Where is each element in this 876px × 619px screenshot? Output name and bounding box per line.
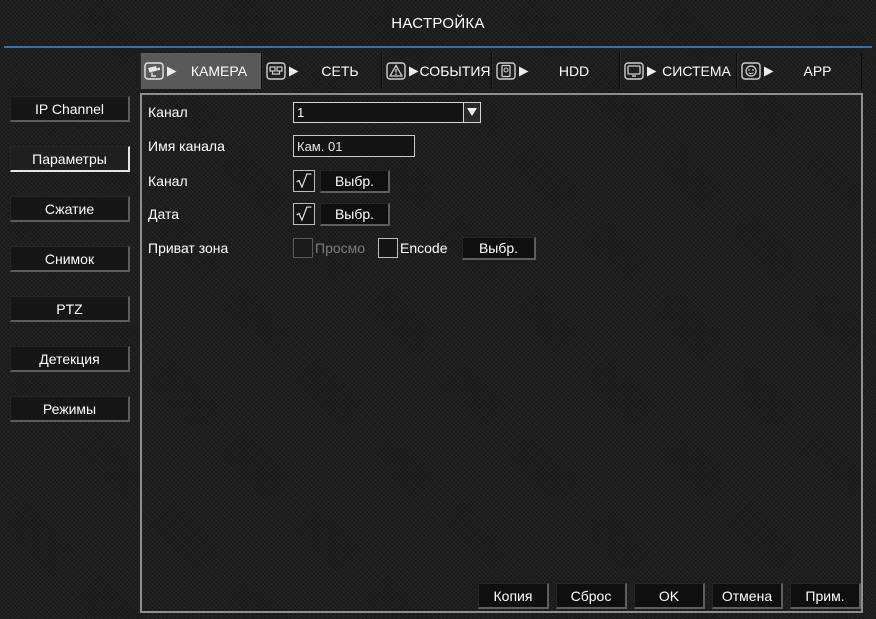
page-title: НАСТРОЙКА: [391, 14, 485, 32]
tab-events[interactable]: СОБЫТИЯ: [382, 53, 492, 89]
settings-panel: Канал 1 Имя канала Канал Выбр. Дата: [140, 93, 863, 613]
channel-title-label: Канал: [148, 173, 188, 189]
channel-title-row: Канал Выбр.: [148, 169, 390, 193]
tab-label: СЕТЬ: [321, 63, 359, 79]
tab-network[interactable]: СЕТЬ: [262, 53, 382, 89]
alarm-icon: [386, 62, 406, 80]
channel-name-label: Имя канала: [148, 138, 225, 154]
channel-title-select-button[interactable]: Выбр.: [320, 169, 390, 193]
privacy-encode-checkbox[interactable]: [378, 238, 398, 258]
tab-camera[interactable]: КАМЕРА: [140, 53, 262, 89]
channel-label: Канал: [148, 104, 188, 120]
sidebar-item-detection[interactable]: Детекция: [10, 346, 130, 372]
channel-name-row: Имя канала: [148, 134, 415, 158]
privacy-encode-label: Encode: [400, 240, 448, 256]
privacy-preview-label: Просмо: [315, 240, 366, 256]
ok-button[interactable]: OK: [634, 583, 705, 609]
arrow-right-icon: [519, 66, 529, 76]
camera-icon: [144, 62, 164, 80]
arrow-right-icon: [167, 66, 177, 76]
channel-select[interactable]: 1: [293, 101, 481, 123]
sidebar-item-ip-channel[interactable]: IP Channel: [10, 96, 130, 122]
main-tabs: КАМЕРА СЕТЬ СОБЫТИЯ HDD СИСТЕМА APP: [140, 53, 862, 89]
reset-button[interactable]: Сброс: [556, 583, 627, 609]
privacy-zone-row: Приват зона Просмо Encode Выбр.: [148, 236, 536, 260]
privacy-preview-checkbox[interactable]: [293, 238, 313, 258]
tab-system[interactable]: СИСТЕМА: [620, 53, 737, 89]
arrow-right-icon: [764, 66, 774, 76]
sidebar: IP Channel Параметры Сжатие Снимок PTZ Д…: [10, 96, 130, 446]
tab-label: СОБЫТИЯ: [419, 63, 491, 79]
cancel-button[interactable]: Отмена: [712, 583, 783, 609]
sidebar-item-compression[interactable]: Сжатие: [10, 196, 130, 222]
date-select-button[interactable]: Выбр.: [320, 202, 390, 226]
channel-title-checkbox[interactable]: [293, 170, 315, 192]
tab-app[interactable]: APP: [737, 53, 862, 89]
privacy-zone-label: Приват зона: [148, 240, 229, 256]
footer-buttons: Копия Сброс OK Отмена Прим.: [478, 583, 861, 609]
copy-button[interactable]: Копия: [478, 583, 549, 609]
sidebar-item-parameters[interactable]: Параметры: [10, 146, 130, 172]
tab-label: APP: [803, 63, 832, 79]
date-label: Дата: [148, 206, 180, 222]
chevron-down-icon[interactable]: [463, 102, 480, 122]
date-checkbox[interactable]: [293, 203, 315, 225]
channel-select-value: 1: [297, 104, 305, 120]
channel-name-input[interactable]: [293, 135, 415, 157]
check-icon: [296, 206, 312, 222]
date-row: Дата Выбр.: [148, 202, 390, 226]
tab-label: СИСТЕМА: [662, 63, 731, 79]
arrow-right-icon: [289, 66, 299, 76]
arrow-right-icon: [647, 66, 657, 76]
network-icon: [266, 62, 286, 80]
hdd-icon: [496, 62, 516, 80]
privacy-zone-select-button[interactable]: Выбр.: [462, 236, 536, 260]
tab-label: КАМЕРА: [190, 63, 248, 79]
dvr-settings-screen: НАСТРОЙКА КАМЕРА СЕТЬ СОБЫТИЯ HDD СИСТЕМ…: [0, 0, 876, 619]
arrow-right-icon: [409, 66, 419, 76]
title-bar: НАСТРОЙКА: [0, 0, 876, 46]
check-icon: [296, 173, 312, 189]
tab-label: HDD: [558, 63, 590, 79]
tab-hdd[interactable]: HDD: [492, 53, 620, 89]
sidebar-item-ptz[interactable]: PTZ: [10, 296, 130, 322]
title-divider: [4, 46, 872, 48]
sidebar-item-snapshot[interactable]: Снимок: [10, 246, 130, 272]
app-icon: [741, 62, 761, 80]
channel-row: Канал 1: [148, 100, 481, 124]
monitor-icon: [624, 62, 644, 80]
apply-button[interactable]: Прим.: [790, 583, 861, 609]
sidebar-item-modes[interactable]: Режимы: [10, 396, 130, 422]
